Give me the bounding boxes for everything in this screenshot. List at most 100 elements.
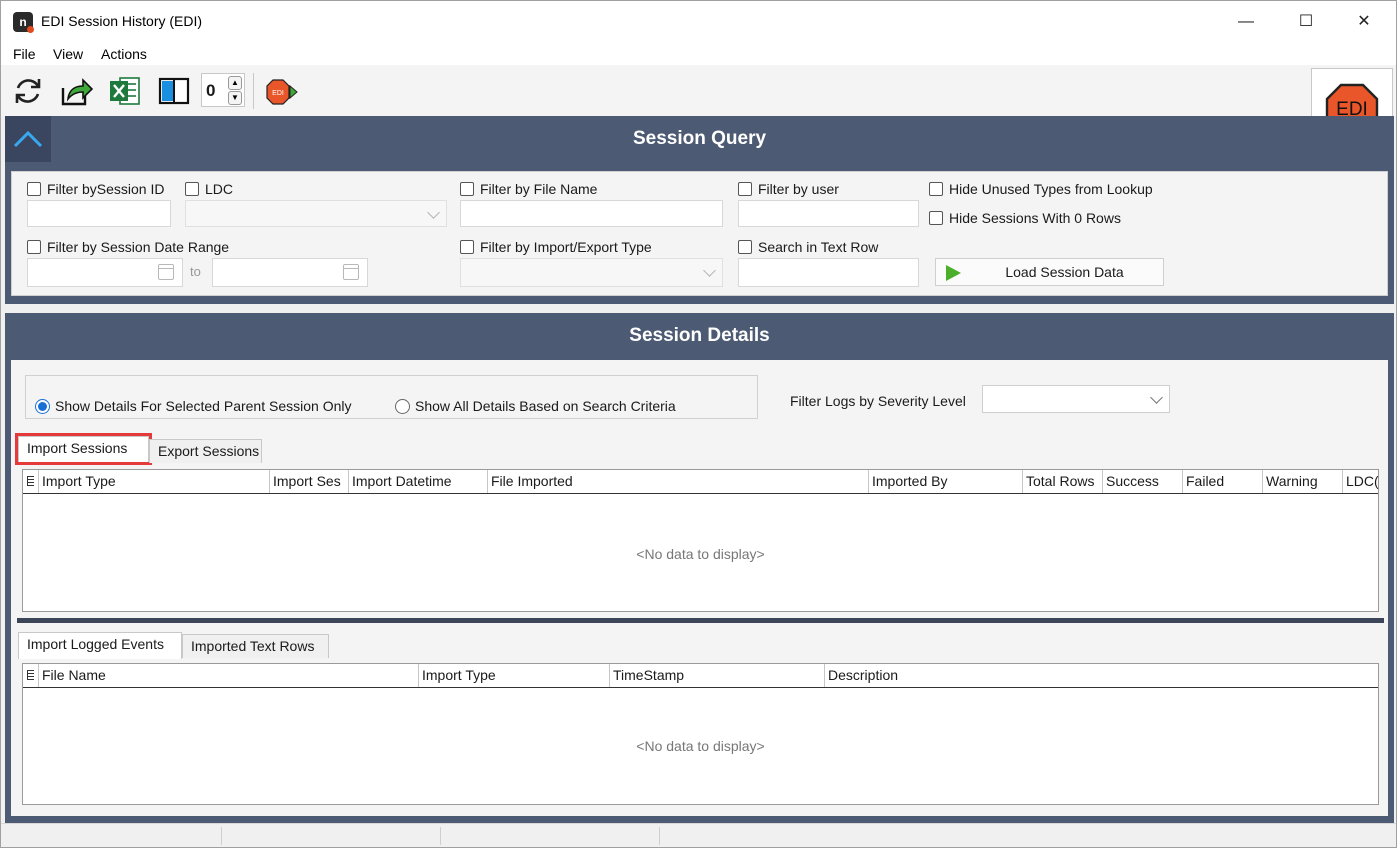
filter-import-export-type-label: Filter by Import/Export Type [480, 239, 652, 255]
date-to-label: to [190, 264, 201, 279]
grid-splitter[interactable] [17, 618, 1384, 623]
status-divider [440, 827, 441, 845]
filter-user-label: Filter by user [758, 181, 839, 197]
panel-toggle-icon[interactable] [157, 74, 191, 108]
tab-export-sessions[interactable]: Export Sessions [149, 439, 262, 463]
tab-import-sessions[interactable]: Import Sessions [15, 433, 152, 465]
no-data-message: <No data to display> [636, 738, 765, 754]
maximize-button[interactable]: ☐ [1277, 1, 1335, 43]
col-import-type[interactable]: Import Type [419, 664, 610, 687]
small-logo-text: EDI [272, 90, 284, 97]
spinner-up-icon[interactable]: ▲ [228, 76, 242, 90]
col-imported-by[interactable]: Imported By [869, 470, 1023, 493]
status-bar [1, 823, 1396, 847]
filter-import-export-type-checkbox[interactable]: Filter by Import/Export Type [460, 239, 652, 255]
spinner-value: 0 [206, 81, 216, 100]
col-description[interactable]: Description [825, 664, 1378, 687]
refresh-icon[interactable] [11, 74, 45, 108]
radio-all-details[interactable]: Show All Details Based on Search Criteri… [395, 398, 676, 414]
filter-user-checkbox[interactable]: Filter by user [738, 181, 839, 197]
app-icon: n [13, 12, 34, 33]
checkbox-box[interactable] [27, 240, 41, 254]
menu-view[interactable]: View [53, 46, 83, 62]
ldc-select[interactable] [185, 200, 447, 227]
checkbox-box[interactable] [929, 182, 943, 196]
severity-select[interactable] [982, 385, 1170, 413]
filter-session-id-label: Filter bySession ID [47, 181, 165, 197]
filter-file-name-checkbox[interactable]: Filter by File Name [460, 181, 597, 197]
menu-bar: File View Actions [1, 43, 1396, 65]
radio-selected-parent[interactable]: Show Details For Selected Parent Session… [35, 398, 351, 414]
col-file-name[interactable]: File Name [39, 664, 419, 687]
session-id-input[interactable] [27, 200, 171, 227]
user-input[interactable] [738, 200, 919, 227]
chevron-down-icon [427, 206, 440, 219]
checkbox-box[interactable] [738, 182, 752, 196]
menu-file[interactable]: File [13, 46, 36, 62]
date-to-input[interactable] [212, 258, 368, 287]
date-from-input[interactable] [27, 258, 183, 287]
load-session-data-button[interactable]: Load Session Data [935, 258, 1164, 286]
radio-selected-parent-label: Show Details For Selected Parent Session… [55, 398, 352, 414]
session-details-header: Session Details [5, 313, 1394, 359]
checkbox-box[interactable] [738, 240, 752, 254]
col-import-type[interactable]: Import Type [39, 470, 270, 493]
count-spinner[interactable]: 0 ▲ ▼ [201, 73, 245, 107]
chevron-down-icon [703, 264, 716, 277]
severity-filter-label: Filter Logs by Severity Level [790, 393, 966, 409]
hide-unused-types-checkbox[interactable]: Hide Unused Types from Lookup [929, 181, 1153, 197]
minimize-button[interactable]: — [1217, 1, 1275, 43]
radio-dot[interactable] [395, 398, 410, 414]
hide-sessions-zero-checkbox[interactable]: Hide Sessions With 0 Rows [929, 210, 1121, 226]
col-ldc[interactable]: LDC(s [1343, 470, 1378, 493]
menu-actions[interactable]: Actions [101, 46, 147, 62]
filter-date-range-checkbox[interactable]: Filter by Session Date Range [27, 239, 229, 255]
checkbox-box[interactable] [460, 240, 474, 254]
status-divider [659, 827, 660, 845]
file-name-input[interactable] [460, 200, 723, 227]
collapse-button[interactable] [5, 116, 51, 162]
app-window: n EDI Session History (EDI) — ☐ ✕ File V… [0, 0, 1397, 848]
col-file-imported[interactable]: File Imported [488, 470, 869, 493]
search-text-row-checkbox[interactable]: Search in Text Row [738, 239, 878, 255]
ldc-checkbox[interactable]: LDC [185, 181, 233, 197]
search-text-row-label: Search in Text Row [758, 239, 879, 255]
filter-date-range-label: Filter by Session Date Range [47, 239, 230, 255]
checkbox-box[interactable] [185, 182, 199, 196]
col-failed[interactable]: Failed [1183, 470, 1263, 493]
column-chooser-icon[interactable] [23, 470, 39, 493]
load-session-data-label: Load Session Data [1005, 264, 1124, 280]
filter-session-id-checkbox[interactable]: Filter bySession ID [27, 181, 164, 197]
checkbox-box[interactable] [929, 211, 943, 225]
text-row-search-input[interactable] [738, 258, 919, 287]
column-chooser-icon[interactable] [23, 664, 39, 687]
excel-icon[interactable] [108, 74, 142, 108]
radio-all-details-label: Show All Details Based on Search Criteri… [415, 398, 676, 414]
checkbox-box[interactable] [27, 182, 41, 196]
hide-sessions-zero-label: Hide Sessions With 0 Rows [949, 210, 1121, 226]
close-button[interactable]: ✕ [1335, 1, 1393, 43]
col-timestamp[interactable]: TimeStamp [610, 664, 825, 687]
radio-dot[interactable] [35, 398, 50, 414]
session-query-title: Session Query [632, 128, 767, 149]
checkbox-box[interactable] [460, 182, 474, 196]
calendar-icon[interactable] [343, 264, 359, 280]
col-total-rows[interactable]: Total Rows [1023, 470, 1103, 493]
col-warning[interactable]: Warning [1263, 470, 1343, 493]
ldc-label: LDC [205, 181, 234, 197]
import-export-type-select[interactable] [460, 258, 723, 287]
tab-imported-text-rows[interactable]: Imported Text Rows [182, 634, 329, 658]
col-import-session[interactable]: Import Ses [270, 470, 349, 493]
edi-forward-icon[interactable]: EDI [264, 77, 304, 111]
logged-events-grid: File Name Import Type TimeStamp Descript… [22, 663, 1379, 805]
spinner-down-icon[interactable]: ▼ [228, 91, 242, 105]
export-arrow-icon[interactable] [59, 74, 94, 108]
col-success[interactable]: Success [1103, 470, 1183, 493]
title-bar: n EDI Session History (EDI) — ☐ ✕ [1, 1, 1396, 43]
hide-unused-types-label: Hide Unused Types from Lookup [949, 181, 1153, 197]
calendar-icon[interactable] [158, 264, 174, 280]
tab-import-logged-events[interactable]: Import Logged Events [18, 632, 182, 659]
grid-header: File Name Import Type TimeStamp Descript… [23, 664, 1378, 688]
chevron-up-icon [13, 130, 43, 148]
col-import-datetime[interactable]: Import Datetime [349, 470, 488, 493]
